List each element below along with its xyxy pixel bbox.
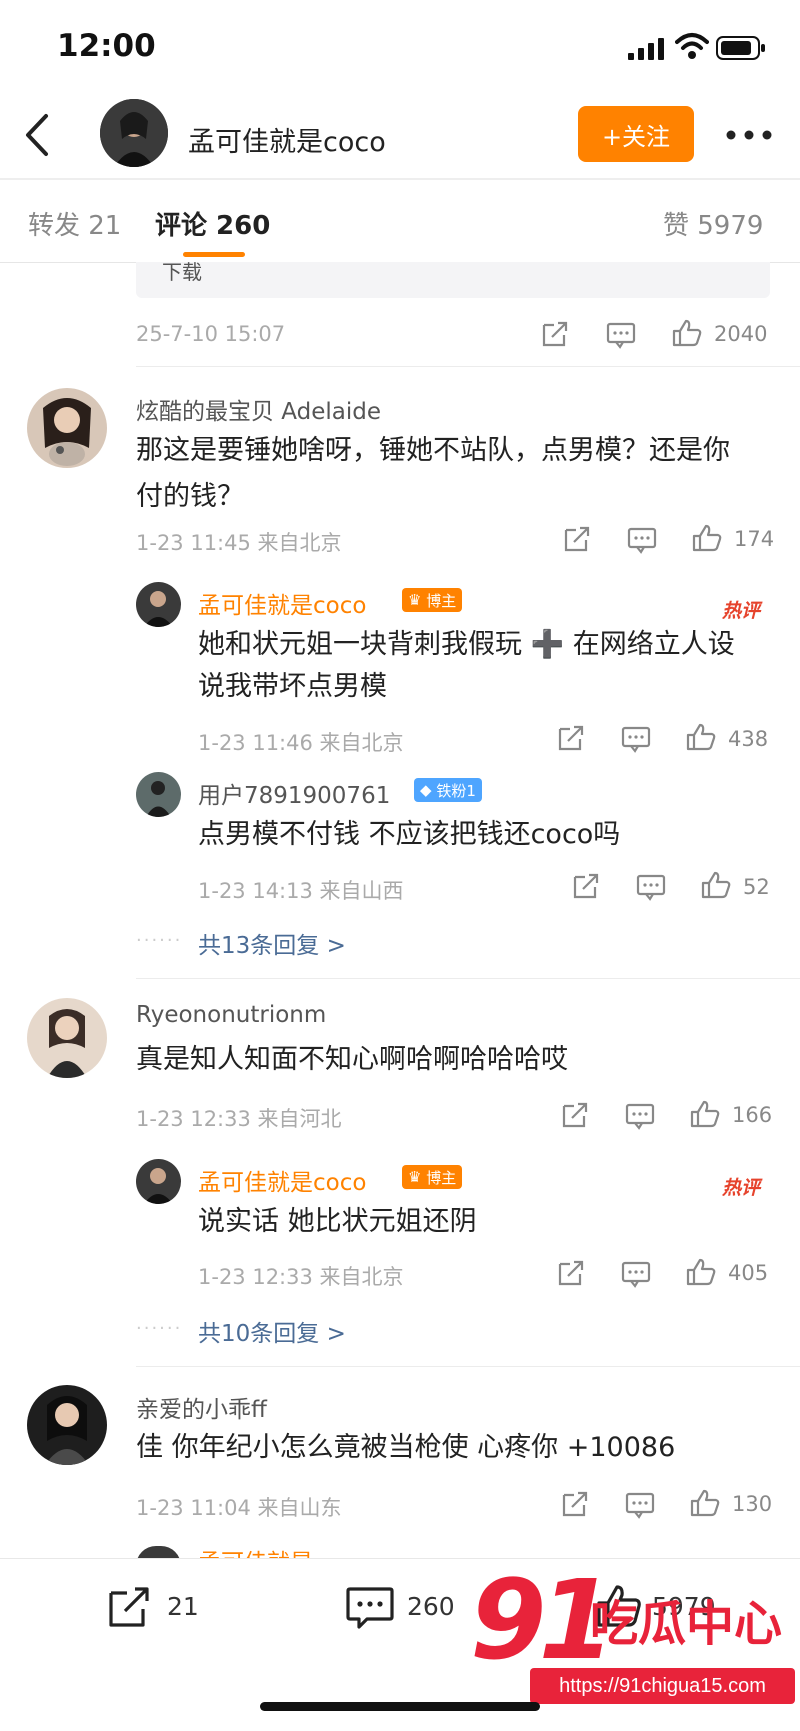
tab-comment[interactable]: 评论 260 xyxy=(155,205,270,242)
like-icon[interactable] xyxy=(686,723,716,751)
like-icon[interactable] xyxy=(690,1100,720,1128)
comment-text: 佳 你年纪小怎么竟被当枪使 心疼你 +10086 xyxy=(136,1432,676,1463)
comment-icon[interactable] xyxy=(621,1260,651,1288)
comment-icon[interactable] xyxy=(627,526,657,554)
reply-avatar[interactable] xyxy=(136,1159,181,1204)
comment-username[interactable]: Ryeononutrionm xyxy=(136,1002,326,1028)
post-card-fragment: 下载 xyxy=(162,260,202,284)
bottom-repost-count[interactable]: 21 xyxy=(167,1592,199,1621)
comment-avatar[interactable] xyxy=(27,1385,107,1465)
comment-icon[interactable] xyxy=(625,1491,655,1519)
share-icon[interactable] xyxy=(560,1102,590,1130)
header-username[interactable]: 孟可佳就是coco xyxy=(188,120,386,159)
hot-comment-tag: 热评 xyxy=(722,600,761,622)
like-icon[interactable] xyxy=(701,871,731,899)
bottom-comment-count[interactable]: 260 xyxy=(407,1592,455,1621)
back-icon[interactable] xyxy=(20,110,54,160)
status-time: 12:00 xyxy=(57,28,156,64)
more-icon[interactable] xyxy=(725,120,773,150)
comment-text: 真是知人知面不知心啊哈啊哈哈哈哎 xyxy=(136,1044,568,1075)
reply-meta: 1-23 12:33 来自北京 xyxy=(198,1265,404,1289)
comment-meta: 1-23 12:33 来自河北 xyxy=(136,1107,342,1131)
like-count: 166 xyxy=(732,1103,773,1127)
reply-username[interactable]: 用户7891900761 xyxy=(198,776,390,810)
like-count: 130 xyxy=(732,1492,773,1516)
badge-label: 铁粉1 xyxy=(436,781,476,800)
reply-username[interactable]: 孟可佳就是 xyxy=(198,1543,313,1559)
comment-icon[interactable] xyxy=(621,725,651,753)
reply-username[interactable]: 孟可佳就是coco xyxy=(198,1163,366,1197)
like-icon[interactable] xyxy=(692,524,722,552)
blogger-badge: ♛ 博主 xyxy=(402,1165,463,1189)
reply-avatar[interactable] xyxy=(136,582,181,627)
watermark-number: 91 xyxy=(470,1556,615,1684)
reply-text: 她和状元姐一块背刺我假玩 ➕ 在网络立人设 xyxy=(198,629,735,660)
badge-label: 博主 xyxy=(426,1168,457,1187)
blogger-badge: ♛ 博主 xyxy=(402,588,463,612)
share-icon[interactable] xyxy=(556,725,586,753)
post-timestamp: 25-7-10 15:07 xyxy=(136,322,286,346)
more-replies-link[interactable]: 共10条回复 > xyxy=(198,1314,346,1348)
reply-dots: ······ xyxy=(136,1318,183,1339)
comment-avatar[interactable] xyxy=(27,388,107,468)
header-avatar[interactable] xyxy=(100,99,168,167)
divider xyxy=(136,978,800,979)
comment-bubble-icon[interactable] xyxy=(345,1585,395,1631)
comment-username[interactable]: 炫酷的最宝贝 Adelaide xyxy=(136,392,381,426)
watermark-text: 吃瓜中心 xyxy=(590,1596,783,1652)
share-icon[interactable] xyxy=(562,526,592,554)
badge-label: 博主 xyxy=(426,591,457,610)
comment-avatar[interactable] xyxy=(27,998,107,1078)
hot-comment-tag: 热评 xyxy=(722,1177,761,1199)
reply-avatar[interactable] xyxy=(136,772,181,817)
comment-text: 付的钱？ xyxy=(136,481,244,512)
reply-text: 点男模不付钱 不应该把钱还coco吗 xyxy=(198,819,621,850)
home-indicator[interactable] xyxy=(260,1702,540,1711)
tab-repost[interactable]: 转发 21 xyxy=(28,205,121,242)
more-replies-link[interactable]: 共13条回复 > xyxy=(198,926,346,960)
like-icon[interactable] xyxy=(672,319,702,347)
like-icon[interactable] xyxy=(690,1489,720,1517)
fan-badge: ◆ 铁粉1 xyxy=(414,778,482,802)
header-divider xyxy=(0,178,800,180)
signal-icon xyxy=(628,38,664,60)
comment-username[interactable]: 亲爱的小乖ff xyxy=(136,1390,267,1424)
watermark-url: https://91chigua15.com xyxy=(530,1668,795,1704)
share-icon[interactable] xyxy=(571,873,601,901)
comment-meta: 1-23 11:04 来自山东 xyxy=(136,1496,342,1520)
post-like-count: 2040 xyxy=(714,322,768,346)
reply-text: 说实话 她比状元姐还阴 xyxy=(198,1206,477,1237)
comment-icon[interactable] xyxy=(606,321,636,349)
reply-dots: ······ xyxy=(136,930,183,951)
like-count: 174 xyxy=(734,527,775,551)
reply-username[interactable]: 孟可佳就是coco xyxy=(198,586,366,620)
divider xyxy=(136,1366,800,1367)
like-count: 52 xyxy=(743,875,770,899)
comment-meta: 1-23 11:45 来自北京 xyxy=(136,531,342,555)
share-icon[interactable] xyxy=(556,1260,586,1288)
share-icon[interactable] xyxy=(540,321,570,349)
divider xyxy=(136,366,800,367)
like-count: 438 xyxy=(728,727,769,751)
reply-text: 说我带坏点男模 xyxy=(198,671,387,702)
comment-icon[interactable] xyxy=(625,1102,655,1130)
reply-meta: 1-23 14:13 来自山西 xyxy=(198,879,404,903)
tab-like[interactable]: 赞 5979 xyxy=(663,205,763,242)
wifi-icon xyxy=(675,33,709,59)
share-icon[interactable] xyxy=(560,1491,590,1519)
comment-text: 那这是要锤她啥呀，锤她不站队，点男模？还是你 xyxy=(136,435,730,466)
reply-meta: 1-23 11:46 来自北京 xyxy=(198,731,404,755)
comment-icon[interactable] xyxy=(636,873,666,901)
battery-icon xyxy=(716,36,765,60)
like-icon[interactable] xyxy=(686,1258,716,1286)
repost-icon[interactable] xyxy=(105,1585,153,1631)
like-count: 405 xyxy=(728,1261,769,1285)
post-link-card[interactable] xyxy=(136,262,770,298)
follow-button[interactable]: +关注 xyxy=(578,106,694,162)
